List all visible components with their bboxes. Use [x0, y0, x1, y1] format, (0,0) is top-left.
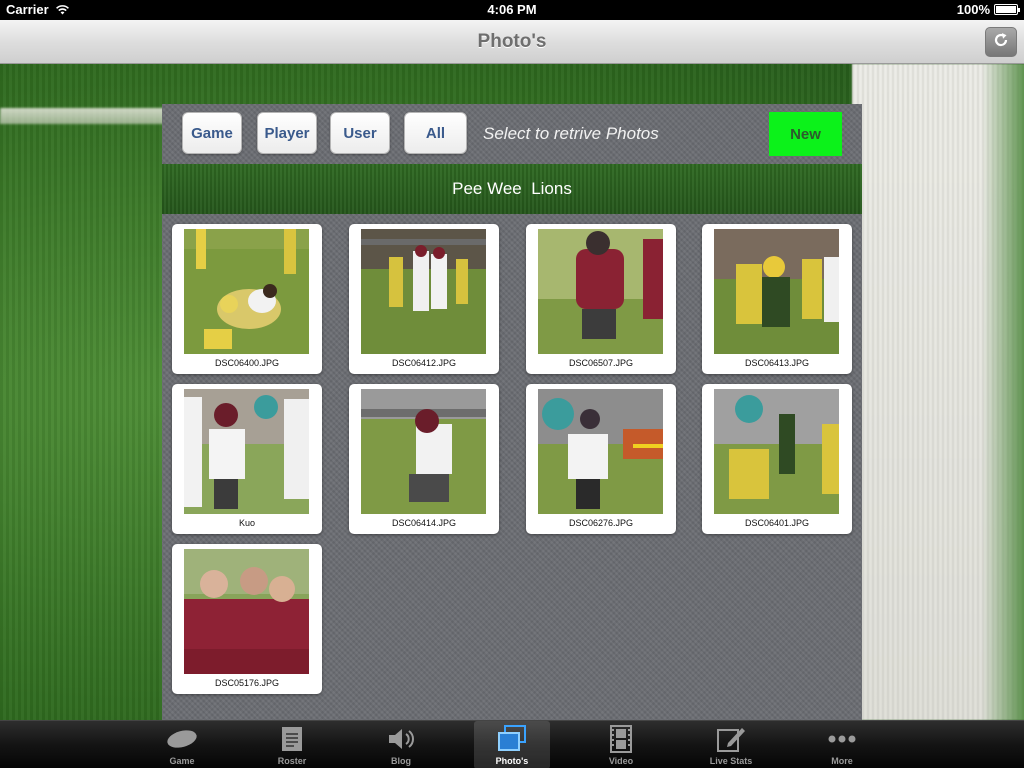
tab-label: More — [831, 756, 853, 766]
tab-live-stats[interactable]: Live Stats — [693, 721, 769, 768]
photo-caption: DSC06413.JPG — [744, 358, 810, 368]
photo-card[interactable]: DSC06412.JPG — [349, 224, 499, 374]
document-icon — [281, 725, 303, 753]
navigation-bar: Photo's — [0, 20, 1024, 64]
photo-card[interactable]: DSC06507.JPG — [526, 224, 676, 374]
photo-card[interactable]: DSC05176.JPG — [172, 544, 322, 694]
photo-card[interactable]: DSC06413.JPG — [702, 224, 852, 374]
tab-blog[interactable]: Blog — [363, 721, 439, 768]
tab-video[interactable]: Video — [583, 721, 659, 768]
photo-caption: DSC05176.JPG — [214, 678, 280, 688]
photo-thumbnail — [184, 229, 309, 354]
tab-label: Photo's — [495, 756, 529, 766]
photo-card[interactable]: DSC06401.JPG — [702, 384, 852, 534]
tab-roster[interactable]: Roster — [254, 721, 330, 768]
speaker-icon — [387, 725, 415, 753]
new-photo-button[interactable]: New — [769, 112, 842, 156]
filter-toolbar: Game Player User All Select to retrive P… — [162, 104, 862, 164]
film-icon — [610, 725, 632, 753]
photo-thumbnail — [184, 549, 309, 674]
filter-user-button[interactable]: User — [330, 112, 390, 154]
more-icon — [827, 725, 857, 753]
photo-thumbnail — [538, 389, 663, 514]
photo-card[interactable]: DSC06276.JPG — [526, 384, 676, 534]
team-name-banner: Pee Wee Lions — [162, 164, 862, 214]
tab-game[interactable]: Game — [144, 721, 220, 768]
photo-caption: DSC06412.JPG — [391, 358, 457, 368]
battery-icon — [994, 4, 1020, 15]
clock: 4:06 PM — [487, 2, 537, 17]
photo-card[interactable]: Kuo — [172, 384, 322, 534]
status-bar: Carrier 4:06 PM 100% — [0, 0, 1024, 20]
tab-label: Blog — [391, 756, 411, 766]
edit-icon — [716, 725, 746, 753]
tab-label: Live Stats — [709, 756, 753, 766]
filter-game-button[interactable]: Game — [182, 112, 242, 154]
refresh-icon — [992, 31, 1010, 54]
tab-more[interactable]: More — [804, 721, 880, 768]
photo-thumbnail — [361, 229, 486, 354]
photo-caption: DSC06401.JPG — [744, 518, 810, 528]
football-icon — [166, 725, 198, 753]
filter-player-button[interactable]: Player — [257, 112, 317, 154]
photo-card[interactable]: DSC06400.JPG — [172, 224, 322, 374]
filter-hint: Select to retrive Photos — [483, 124, 659, 143]
sideline — [852, 64, 1024, 720]
photo-card[interactable]: DSC06414.JPG — [349, 384, 499, 534]
photos-icon — [497, 725, 527, 753]
page-title: Photo's — [477, 31, 547, 52]
photo-caption: DSC06414.JPG — [391, 518, 457, 528]
battery-percent: 100% — [956, 2, 990, 17]
photo-thumbnail — [714, 229, 839, 354]
photo-thumbnail — [538, 229, 663, 354]
photo-thumbnail — [714, 389, 839, 514]
tab-label: Video — [608, 756, 634, 766]
photo-caption: DSC06400.JPG — [214, 358, 280, 368]
tab-bar: Game Roster Blog Photo's Video Live Stat… — [0, 720, 1024, 768]
photo-caption: DSC06276.JPG — [568, 518, 634, 528]
refresh-button[interactable] — [985, 27, 1017, 57]
photo-caption: Kuo — [238, 518, 255, 528]
photo-thumbnail — [184, 389, 309, 514]
photo-caption: DSC06507.JPG — [568, 358, 634, 368]
filter-all-button[interactable]: All — [404, 112, 467, 154]
tab-label: Roster — [277, 756, 307, 766]
battery-group: 100% — [956, 2, 1020, 17]
photos-panel: Game Player User All Select to retrive P… — [162, 104, 862, 720]
tab-photos[interactable]: Photo's — [474, 721, 550, 768]
tab-label: Game — [169, 756, 195, 766]
photo-thumbnail — [361, 389, 486, 514]
